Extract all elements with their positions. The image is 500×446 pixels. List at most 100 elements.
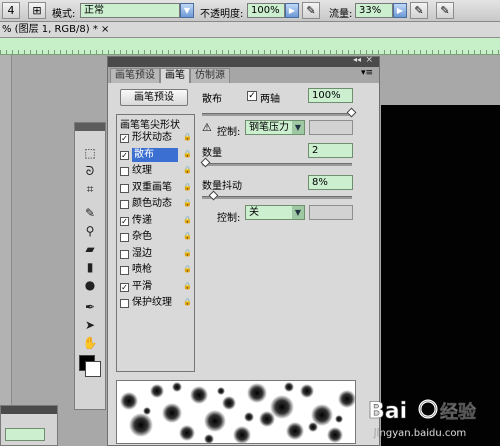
both-axes-checkbox[interactable]: ✓ bbox=[247, 91, 257, 101]
document-title: % (图层 1, RGB/8) * × bbox=[2, 24, 110, 35]
option-label: 杂色 bbox=[132, 231, 152, 242]
flow-arrow-icon[interactable]: ▶ bbox=[393, 3, 407, 18]
brush-panel-toggle-icon[interactable]: ⊞ bbox=[28, 2, 46, 19]
flow-input[interactable]: 33% bbox=[355, 3, 393, 18]
brush-size-icon[interactable]: 4 bbox=[2, 2, 20, 19]
brush-option-item[interactable]: 喷枪 🔒 bbox=[120, 263, 192, 278]
option-checkbox[interactable] bbox=[120, 299, 129, 308]
control-select-2-value: 关 bbox=[249, 207, 259, 218]
mode-select[interactable]: 正常 bbox=[80, 3, 180, 18]
scatter-value-input[interactable]: 100% bbox=[308, 88, 353, 103]
option-checkbox[interactable]: ✓ bbox=[120, 282, 129, 292]
brush-option-item[interactable]: ✓ 散布 🔒 bbox=[120, 147, 192, 163]
option-checkbox[interactable]: ✓ bbox=[120, 216, 129, 226]
option-label: 传递 bbox=[132, 214, 152, 226]
opacity-arrow-icon[interactable]: ▶ bbox=[285, 3, 299, 18]
option-checkbox[interactable] bbox=[120, 167, 129, 176]
brush-dab bbox=[204, 434, 214, 443]
control-select-2[interactable]: 关 ▼ bbox=[245, 205, 305, 220]
brush-option-item[interactable]: 颜色动态 🔒 bbox=[120, 197, 192, 212]
tab-brush[interactable]: 画笔 bbox=[160, 68, 190, 83]
brush-option-item[interactable]: 双重画笔 🔒 bbox=[120, 181, 192, 196]
option-label: 喷枪 bbox=[132, 264, 152, 275]
option-checkbox[interactable]: ✓ bbox=[120, 134, 129, 143]
control-select-1[interactable]: 钢笔压力 ▼ bbox=[245, 120, 305, 135]
scatter-slider[interactable] bbox=[202, 113, 352, 116]
scatter-stroke-preview bbox=[120, 382, 355, 443]
brush-option-item[interactable]: 保护纹理 🔒 bbox=[120, 296, 192, 311]
collapsed-panel-field[interactable] bbox=[5, 428, 45, 441]
mode-dropdown-icon[interactable]: ▼ bbox=[180, 3, 194, 18]
brush-option-item[interactable]: ✓ 形状动态 🔒 bbox=[120, 131, 192, 146]
lock-icon[interactable]: 🔒 bbox=[183, 216, 192, 225]
brush-panel-header[interactable]: ◂◂ × bbox=[108, 55, 379, 67]
brush-option-item[interactable]: 杂色 🔒 bbox=[120, 230, 192, 245]
lock-icon[interactable]: 🔒 bbox=[183, 166, 192, 175]
opacity-pressure-icon[interactable]: ✎ bbox=[302, 2, 320, 19]
options-bar: 4 ⊞ 模式: 正常 ▼ 不透明度: 100% ▶ ✎ 流量: 33% ▶ ✎ … bbox=[0, 0, 500, 22]
option-checkbox[interactable] bbox=[120, 233, 129, 242]
count-jitter-slider[interactable] bbox=[202, 196, 352, 199]
tools-panel: ⬚ ᘐ ⌗ ✎ ⚲ ▰ ▮ ● ✒ ➤ ✋ bbox=[74, 122, 106, 410]
vertical-ruler bbox=[0, 55, 12, 446]
tab-brush-presets[interactable]: 画笔预设 bbox=[110, 68, 160, 83]
brush-dab bbox=[204, 410, 226, 432]
path-select-tool-icon[interactable]: ➤ bbox=[79, 317, 101, 333]
lock-icon[interactable]: 🔒 bbox=[183, 199, 192, 208]
control-value-1[interactable] bbox=[309, 120, 353, 135]
scatter-label: 散布 bbox=[202, 94, 222, 105]
brush-tool-icon[interactable]: ✎ bbox=[79, 205, 101, 221]
option-label: 纹理 bbox=[132, 165, 152, 176]
option-checkbox[interactable] bbox=[120, 249, 129, 259]
brush-presets-button[interactable]: 画笔预设 bbox=[120, 89, 188, 106]
chevron-down-icon[interactable]: ▼ bbox=[292, 206, 304, 219]
close-icon[interactable]: × bbox=[365, 55, 373, 65]
tablet-pressure-icon[interactable]: ✎ bbox=[436, 2, 454, 19]
lasso-tool-icon[interactable]: ᘐ bbox=[79, 163, 101, 179]
blur-tool-icon[interactable]: ● bbox=[79, 277, 101, 293]
document-tab[interactable]: % (图层 1, RGB/8) * × bbox=[0, 22, 500, 38]
gradient-tool-icon[interactable]: ▮ bbox=[79, 259, 101, 275]
lock-icon[interactable]: 🔒 bbox=[183, 133, 192, 142]
option-checkbox[interactable]: ✓ bbox=[120, 150, 129, 160]
brush-tip-shape-item[interactable]: 画笔笔尖形状 bbox=[120, 116, 180, 131]
count-slider[interactable] bbox=[202, 163, 352, 166]
brush-stroke-preview bbox=[116, 380, 356, 444]
control-select-1-value: 钢笔压力 bbox=[249, 122, 289, 133]
lock-icon[interactable]: 🔒 bbox=[183, 183, 192, 192]
lock-icon[interactable]: 🔒 bbox=[183, 298, 192, 307]
lock-icon[interactable]: 🔒 bbox=[183, 249, 192, 258]
airbrush-icon[interactable]: ✎ bbox=[410, 2, 428, 19]
chevron-down-icon[interactable]: ▼ bbox=[292, 121, 304, 134]
tab-clone-source[interactable]: 仿制源 bbox=[190, 68, 230, 83]
collapsed-panel-header[interactable] bbox=[1, 406, 57, 414]
lock-icon[interactable]: 🔒 bbox=[183, 232, 192, 241]
brush-dab bbox=[120, 392, 138, 410]
background-color-swatch[interactable] bbox=[85, 361, 101, 377]
panel-menu-icon[interactable]: ▾≡ bbox=[361, 68, 373, 78]
count-jitter-input[interactable]: 8% bbox=[308, 175, 353, 190]
control-value-2[interactable] bbox=[309, 205, 353, 220]
horizontal-ruler bbox=[0, 38, 500, 55]
option-checkbox[interactable] bbox=[120, 266, 129, 275]
option-checkbox[interactable] bbox=[120, 200, 129, 209]
brush-option-item[interactable]: ✓ 传递 🔒 bbox=[120, 214, 192, 229]
marquee-tool-icon[interactable]: ⬚ bbox=[79, 145, 101, 161]
option-checkbox[interactable] bbox=[120, 183, 129, 193]
brush-option-item[interactable]: ✓ 平滑 🔒 bbox=[120, 280, 192, 295]
lock-icon[interactable]: 🔒 bbox=[183, 265, 192, 274]
collapse-icon[interactable]: ◂◂ bbox=[353, 55, 361, 64]
tools-panel-header[interactable] bbox=[75, 123, 105, 131]
lock-icon[interactable]: 🔒 bbox=[183, 150, 192, 159]
brush-option-item[interactable]: 纹理 🔒 bbox=[120, 164, 192, 179]
hand-tool-icon[interactable]: ✋ bbox=[79, 335, 101, 351]
brush-option-item[interactable]: 湿边 🔒 bbox=[120, 247, 192, 262]
count-value-input[interactable]: 2 bbox=[308, 143, 353, 158]
stamp-tool-icon[interactable]: ⚲ bbox=[79, 223, 101, 239]
pen-tool-icon[interactable]: ✒ bbox=[79, 299, 101, 315]
crop-tool-icon[interactable]: ⌗ bbox=[79, 181, 101, 197]
lock-icon[interactable]: 🔒 bbox=[183, 282, 192, 291]
opacity-input[interactable]: 100% bbox=[247, 3, 285, 18]
brush-dab bbox=[217, 387, 225, 395]
eraser-tool-icon[interactable]: ▰ bbox=[79, 241, 101, 257]
